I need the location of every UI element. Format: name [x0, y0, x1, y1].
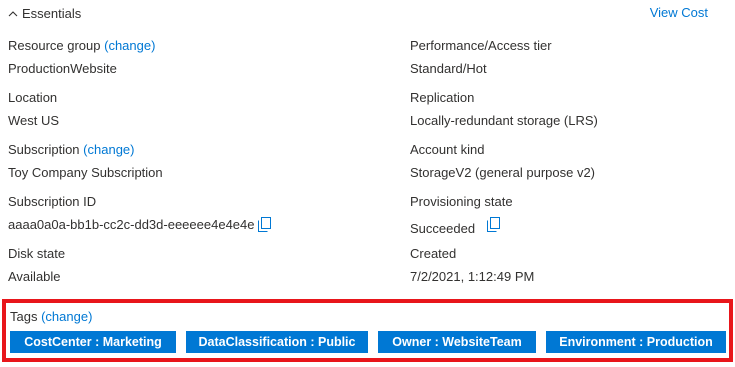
- subscription-value-link[interactable]: Toy Company Subscription: [8, 165, 163, 181]
- subscription-id-value-row: aaaa0a0a-bb1b-cc2c-dd3d-eeeeee4e4e4e: [8, 217, 271, 233]
- account-kind-field: Account kind StorageV2 (general purpose …: [410, 142, 595, 181]
- provisioning-state-field: Provisioning state Succeeded: [410, 194, 513, 237]
- essentials-label: Essentials: [22, 6, 82, 21]
- view-cost-link[interactable]: View Cost: [650, 5, 708, 20]
- essentials-toggle[interactable]: Essentials: [8, 6, 81, 21]
- subscription-change-link[interactable]: (change): [83, 142, 134, 157]
- chevron-up-icon: [8, 10, 18, 16]
- subscription-label: Subscription: [8, 142, 80, 157]
- disk-state-label: Disk state: [8, 246, 66, 261]
- account-kind-value: StorageV2 (general purpose v2): [410, 165, 596, 180]
- tags-change-link[interactable]: (change): [41, 309, 92, 324]
- resource-group-field: Resource group (change) ProductionWebsit…: [8, 38, 155, 77]
- resource-group-value-link[interactable]: ProductionWebsite: [8, 61, 155, 77]
- tags-section-highlight: Tags (change) CostCenter : Marketing Dat…: [2, 299, 733, 362]
- location-field: Location West US: [8, 90, 59, 129]
- tags-label-row: Tags (change): [10, 309, 92, 324]
- created-label: Created: [410, 246, 457, 261]
- copy-icon[interactable]: [257, 217, 271, 232]
- location-value: West US: [8, 113, 60, 128]
- created-field: Created 7/2/2021, 1:12:49 PM: [410, 246, 534, 285]
- performance-tier-label: Performance/Access tier: [410, 38, 552, 53]
- tag-environment[interactable]: Environment : Production: [546, 331, 726, 353]
- disk-state-field: Disk state Available: [8, 246, 65, 285]
- tag-dataclassification[interactable]: DataClassification : Public: [186, 331, 368, 353]
- resource-group-label-row: Resource group (change): [8, 38, 155, 54]
- subscription-id-value: aaaa0a0a-bb1b-cc2c-dd3d-eeeeee4e4e4e: [8, 217, 255, 232]
- tag-owner[interactable]: Owner : WebsiteTeam: [378, 331, 536, 353]
- subscription-id-label: Subscription ID: [8, 194, 97, 209]
- subscription-id-field: Subscription ID aaaa0a0a-bb1b-cc2c-dd3d-…: [8, 194, 271, 233]
- subscription-field: Subscription (change) Toy Company Subscr…: [8, 142, 163, 181]
- performance-tier-value: Standard/Hot: [410, 61, 487, 76]
- created-value: 7/2/2021, 1:12:49 PM: [410, 269, 535, 284]
- disk-state-value: Available: [8, 269, 61, 284]
- replication-label: Replication: [410, 90, 475, 105]
- copy-icon[interactable]: [486, 217, 500, 232]
- provisioning-state-value-row: Succeeded: [410, 217, 513, 237]
- provisioning-state-label: Provisioning state: [410, 194, 513, 209]
- resource-group-label: Resource group: [8, 38, 101, 53]
- subscription-label-row: Subscription (change): [8, 142, 163, 158]
- tags-label: Tags: [10, 309, 38, 324]
- replication-field: Replication Locally-redundant storage (L…: [410, 90, 598, 129]
- essentials-header: Essentials View Cost: [0, 0, 735, 30]
- tag-costcenter[interactable]: CostCenter : Marketing: [10, 331, 176, 353]
- performance-tier-field: Performance/Access tier Standard/Hot: [410, 38, 552, 77]
- replication-value: Locally-redundant storage (LRS): [410, 113, 598, 128]
- location-label: Location: [8, 90, 58, 105]
- resource-group-change-link[interactable]: (change): [104, 38, 155, 53]
- account-kind-label: Account kind: [410, 142, 485, 157]
- provisioning-state-value: Succeeded: [410, 221, 476, 236]
